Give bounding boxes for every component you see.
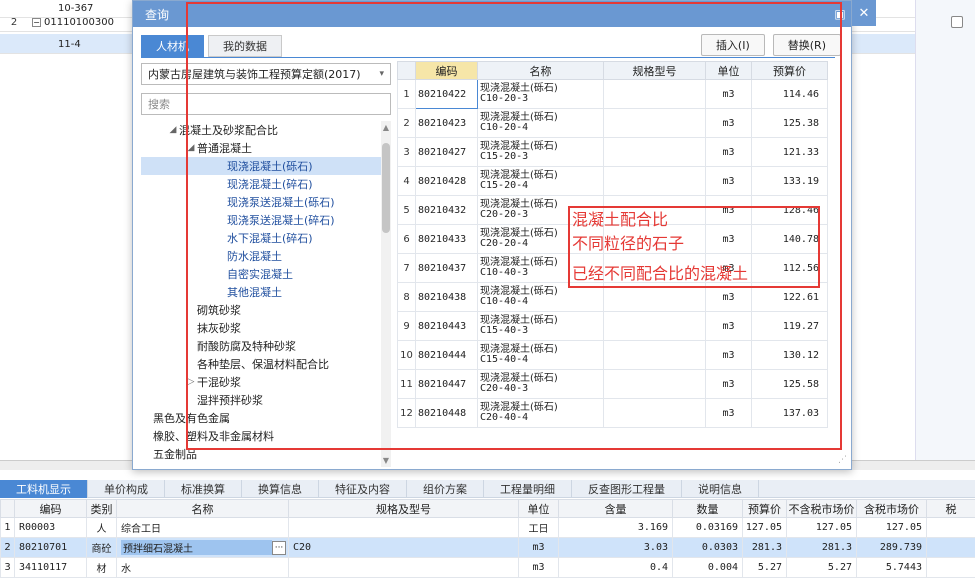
resource-market-price-ex-tax[interactable]: 281.3 xyxy=(786,537,857,558)
resource-budget-price: 281.3 xyxy=(742,537,787,558)
scroll-down-icon[interactable]: ▼ xyxy=(381,456,391,465)
row-number: 3 xyxy=(0,557,15,578)
detail-tab[interactable]: 反查图形工程量 xyxy=(572,479,682,498)
resource-code[interactable]: 80210701 xyxy=(14,537,87,558)
annotation-text: 混凝土配合比 xyxy=(572,210,669,229)
resource-name-editor[interactable]: 预拌细石混凝土 ··· xyxy=(121,540,288,555)
resource-budget-price: 5.27 xyxy=(742,557,787,578)
detail-tab[interactable]: 特征及内容 xyxy=(319,479,407,498)
column-header[interactable]: 预算价 xyxy=(742,499,787,518)
resource-market-price-in-tax[interactable]: 289.739 xyxy=(856,537,927,558)
row-checkbox[interactable] xyxy=(951,16,963,28)
resource-unit: 工日 xyxy=(518,517,559,538)
detail-tab[interactable]: 工料机显示 xyxy=(0,479,88,498)
resource-name: 综合工日 xyxy=(121,524,161,535)
resource-row[interactable]: 3 34110117 材水 m3 0.4 0.004 5.27 5.27 5.7443 xyxy=(0,557,975,578)
column-header[interactable]: 编码 xyxy=(14,499,87,518)
resource-name-cell[interactable]: 预拌细石混凝土 ··· xyxy=(116,537,289,558)
resource-content[interactable]: 0.4 xyxy=(558,557,673,578)
resource-spec[interactable] xyxy=(288,557,519,578)
detail-tab[interactable]: 标准换算 xyxy=(165,479,242,498)
detail-tabs: 工料机显示 单价构成 标准换算 换算信息 特征及内容 组价方案 工程量明细 反查图形工程量 说明… xyxy=(0,479,975,498)
column-header[interactable]: 类别 xyxy=(86,499,117,518)
row-number: 2 xyxy=(10,17,18,28)
resource-table-header: 编码 类别 名称 规格及型号 单位 含量 数量 预算价 不含税市场价 含税市场价税 xyxy=(0,499,975,518)
more-icon[interactable]: ··· xyxy=(272,540,286,555)
resource-type: 商砼 xyxy=(86,537,117,558)
column-header[interactable]: 含量 xyxy=(558,499,673,518)
row-code: 01110100300 xyxy=(44,17,114,28)
column-header[interactable]: 单位 xyxy=(518,499,559,518)
resource-market-price-ex-tax[interactable]: 127.05 xyxy=(786,517,857,538)
resource-tax xyxy=(926,517,975,538)
detail-tab[interactable]: 换算信息 xyxy=(242,479,319,498)
detail-tab[interactable]: 说明信息 xyxy=(682,479,759,498)
resource-tax xyxy=(926,557,975,578)
row-code: 11-4 xyxy=(58,39,81,50)
resource-market-price-in-tax[interactable]: 5.7443 xyxy=(856,557,927,578)
resource-name-cell[interactable]: 综合工日 xyxy=(116,517,289,538)
collapse-icon[interactable]: − xyxy=(32,18,41,27)
resource-name-cell[interactable]: 水 xyxy=(116,557,289,578)
resource-code[interactable]: R00003 xyxy=(14,517,87,538)
column-header[interactable]: 名称 xyxy=(116,499,289,518)
resize-grip-icon[interactable]: ⋰ xyxy=(838,455,847,465)
column-header[interactable]: 不含税市场价 xyxy=(786,499,857,518)
resource-spec[interactable] xyxy=(288,517,519,538)
resource-type: 材 xyxy=(86,557,117,578)
resource-name: 水 xyxy=(121,564,131,575)
resource-market-price-ex-tax[interactable]: 5.27 xyxy=(786,557,857,578)
close-icon[interactable]: ✕ xyxy=(852,0,876,26)
resource-type: 人 xyxy=(86,517,117,538)
row-code: 10-367 xyxy=(58,3,94,14)
resource-code[interactable]: 34110117 xyxy=(14,557,87,578)
dialog-title: 查询 xyxy=(145,7,170,22)
row-number: 2 xyxy=(0,537,15,558)
detail-tab[interactable]: 组价方案 xyxy=(407,479,484,498)
resource-table: 编码 类别 名称 规格及型号 单位 含量 数量 预算价 不含税市场价 含税市场价税 1 R00003… xyxy=(0,499,975,578)
resource-spec[interactable]: C20 xyxy=(288,537,519,558)
resource-content[interactable]: 3.03 xyxy=(558,537,673,558)
resource-unit: m3 xyxy=(518,537,559,558)
resource-row[interactable]: 2 80210701 商砼 预拌细石混凝土 ··· C20 m3 3.03 0.0303 281.… xyxy=(0,537,975,558)
resource-budget-price: 127.05 xyxy=(742,517,787,538)
resource-quantity: 0.03169 xyxy=(672,517,743,538)
row-number: 1 xyxy=(0,517,15,538)
column-header[interactable] xyxy=(0,499,15,518)
annotation-text: 已经不同配合比的混凝土 xyxy=(572,264,749,283)
resource-quantity: 0.0303 xyxy=(672,537,743,558)
column-header[interactable]: 规格及型号 xyxy=(288,499,519,518)
resource-market-price-in-tax[interactable]: 127.05 xyxy=(856,517,927,538)
resource-tax xyxy=(926,537,975,558)
grid-right-column xyxy=(915,0,975,470)
column-header[interactable]: 含税市场价 xyxy=(856,499,927,518)
resource-unit: m3 xyxy=(518,557,559,578)
column-header[interactable]: 税 xyxy=(926,499,975,518)
annotation-text: 不同粒径的石子 xyxy=(572,234,685,253)
resource-quantity: 0.004 xyxy=(672,557,743,578)
resource-content[interactable]: 3.169 xyxy=(558,517,673,538)
column-header[interactable]: 数量 xyxy=(672,499,743,518)
detail-tab[interactable]: 单价构成 xyxy=(88,479,165,498)
expand-toggle-icon[interactable]: ◢ xyxy=(167,125,179,135)
resource-name[interactable]: 预拌细石混凝土 xyxy=(121,540,272,555)
resource-row[interactable]: 1 R00003 人综合工日 工日 3.169 0.03169 127.05 127.05 12… xyxy=(0,517,975,538)
detail-tab[interactable]: 工程量明细 xyxy=(484,479,572,498)
